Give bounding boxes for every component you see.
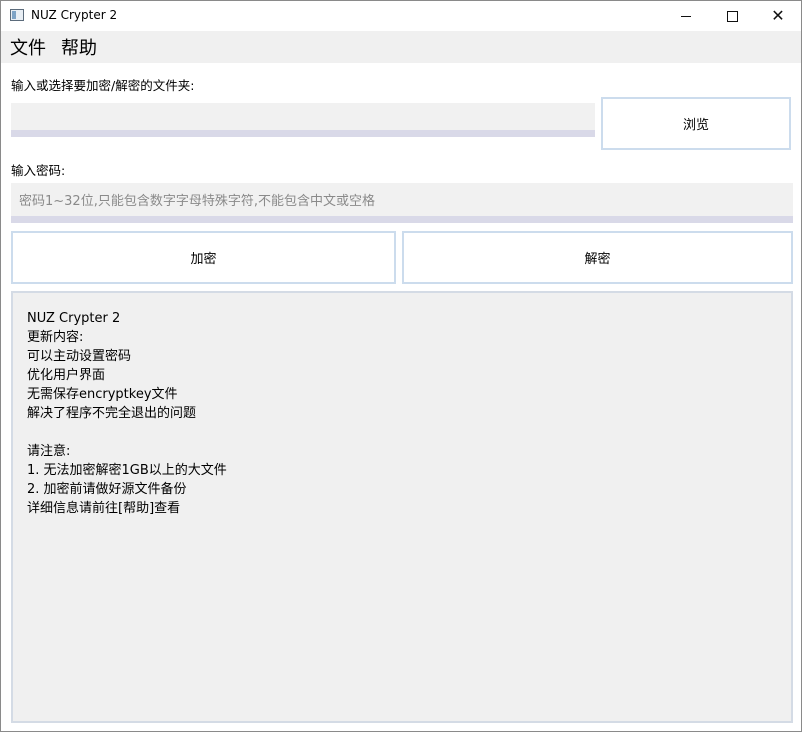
- folder-label: 输入或选择要加密/解密的文件夹:: [11, 78, 195, 93]
- log-line: 无需保存encryptkey文件: [27, 387, 178, 402]
- info-log-area[interactable]: NUZ Crypter 2 更新内容: 可以主动设置密码 优化用户界面 无需保存…: [11, 291, 793, 723]
- log-line: 优化用户界面: [27, 368, 106, 383]
- log-line: 请注意:: [27, 444, 71, 459]
- close-button[interactable]: ✕: [755, 1, 801, 31]
- close-icon: ✕: [771, 6, 785, 25]
- window-title: NUZ Crypter 2: [31, 8, 118, 22]
- log-line: 2. 加密前请做好源文件备份: [27, 482, 187, 497]
- decrypt-button[interactable]: 解密: [402, 231, 793, 284]
- maximize-icon: [726, 10, 738, 22]
- password-placeholder: 密码1~32位,只能包含数字字母特殊字符,不能包含中文或空格: [19, 194, 375, 209]
- app-window: NUZ Crypter 2 ✕ 文件 帮助 输入或选择要加密/解密的文件夹: 浏…: [0, 0, 802, 732]
- log-line: 详细信息请前往[帮助]查看: [27, 501, 181, 516]
- app-icon: [10, 9, 24, 21]
- menu-bar: 文件 帮助: [1, 31, 801, 63]
- log-line: 可以主动设置密码: [27, 349, 132, 364]
- log-line: 解决了程序不完全退出的问题: [27, 406, 197, 421]
- title-bar[interactable]: NUZ Crypter 2 ✕: [1, 1, 801, 31]
- browse-button[interactable]: 浏览: [601, 97, 791, 150]
- log-line: 1. 无法加密解密1GB以上的大文件: [27, 463, 227, 478]
- menu-help[interactable]: 帮助: [61, 34, 97, 60]
- menu-file[interactable]: 文件: [10, 34, 46, 60]
- password-label: 输入密码:: [11, 163, 66, 178]
- password-input[interactable]: 密码1~32位,只能包含数字字母特殊字符,不能包含中文或空格: [11, 183, 793, 223]
- maximize-button[interactable]: [709, 1, 755, 31]
- minimize-icon: [681, 15, 691, 17]
- log-line: 更新内容:: [27, 330, 84, 345]
- minimize-button[interactable]: [663, 1, 709, 31]
- folder-path-input[interactable]: [11, 103, 595, 137]
- log-line: NUZ Crypter 2: [27, 311, 121, 326]
- main-content: 输入或选择要加密/解密的文件夹: 浏览 输入密码: 密码1~32位,只能包含数字…: [1, 63, 801, 731]
- encrypt-button[interactable]: 加密: [11, 231, 396, 284]
